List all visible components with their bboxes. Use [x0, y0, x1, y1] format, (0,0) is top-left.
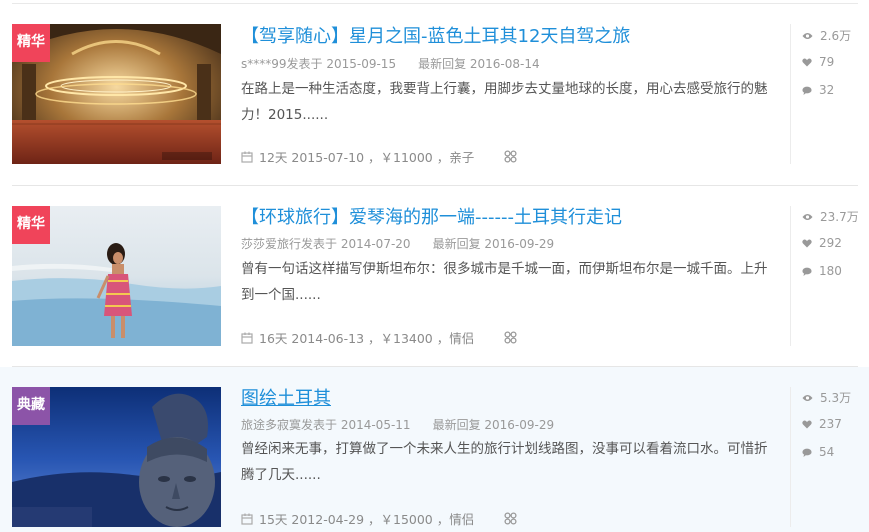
post-title-link[interactable]: 图绘土耳其 [241, 384, 331, 410]
share-icon[interactable] [504, 331, 517, 344]
post-meta: 旅途多寂寞发表于 2014-05-11 最新回复 2016-09-29 [241, 416, 554, 433]
post-title-link[interactable]: 【驾享随心】星月之国-蓝色土耳其12天自驾之旅 [241, 22, 630, 48]
trip-info: 12天 2015-07-10 ，￥11000 ，亲子 [241, 147, 517, 166]
featured-badge: 精华 [12, 206, 50, 244]
trip-info: 16天 2014-06-13 ，￥13400 ，情侣 [241, 328, 517, 347]
collection-badge: 典藏 [12, 387, 50, 425]
list-item: 精华 【环球旅行】爱琴海的那一端------土耳其行走记 莎莎爱旅行发表于 20… [0, 186, 869, 366]
trip-info-text: 12天 2015-07-10 ，￥11000 ，亲子 [259, 150, 475, 165]
divider [790, 24, 791, 164]
post-description: 在路上是一种生活态度，我要背上行囊，用脚步去丈量地球的长度，用心去感受旅行的魅力… [241, 81, 768, 123]
post-meta: 莎莎爱旅行发表于 2014-07-20 最新回复 2016-09-29 [241, 235, 554, 252]
eye-icon [802, 213, 813, 220]
view-count: 23.7万 [802, 208, 859, 225]
like-count: 79 [802, 55, 834, 69]
author-posted[interactable]: 莎莎爱旅行发表于 2014-07-20 [241, 237, 411, 251]
view-count: 5.3万 [802, 389, 851, 406]
share-icon[interactable] [504, 512, 517, 525]
last-reply: 最新回复 2016-09-29 [432, 418, 555, 432]
divider [790, 387, 791, 527]
share-icon[interactable] [504, 150, 517, 163]
author-posted[interactable]: s****99发表于 2015-09-15 [241, 57, 396, 71]
eye-icon [802, 394, 813, 401]
comment-count: 32 [802, 83, 834, 97]
heart-icon [802, 58, 812, 66]
last-reply: 最新回复 2016-08-14 [418, 57, 540, 71]
calendar-icon [241, 151, 253, 163]
like-count: 237 [802, 417, 842, 431]
view-count: 2.6万 [802, 27, 851, 44]
list-item: 精华 【驾享随心】星月之国-蓝色土耳其12天自驾之旅 s****99发表于 20… [0, 5, 869, 185]
post-meta: s****99发表于 2015-09-15 最新回复 2016-08-14 [241, 55, 540, 72]
trip-info: 15天 2012-04-29 ，￥15000 ，情侣 [241, 509, 517, 528]
list-item: 典藏 图绘土耳其 旅途多寂寞发表于 2014-05-11 最新回复 2016-09… [0, 367, 869, 532]
comment-count: 180 [802, 264, 842, 278]
calendar-icon [241, 513, 253, 525]
comment-icon [802, 86, 812, 95]
author-posted[interactable]: 旅途多寂寞发表于 2014-05-11 [241, 418, 411, 432]
like-count: 292 [802, 236, 842, 250]
comment-count: 54 [802, 445, 834, 459]
post-description: 曾经闲来无事，打算做了一个未来人生的旅行计划线路图，没事可以看着流口水。可惜折腾… [241, 441, 768, 483]
heart-icon [802, 239, 812, 247]
eye-icon [802, 32, 813, 39]
divider [12, 3, 858, 4]
featured-badge: 精华 [12, 24, 50, 62]
calendar-icon [241, 332, 253, 344]
comment-icon [802, 267, 812, 276]
post-title-link[interactable]: 【环球旅行】爱琴海的那一端------土耳其行走记 [241, 203, 622, 229]
divider [790, 206, 791, 346]
comment-icon [802, 448, 812, 457]
post-description: 曾有一句话这样描写伊斯坦布尔：很多城市是千城一面，而伊斯坦布尔是一城千面。上升到… [241, 261, 768, 303]
trip-info-text: 15天 2012-04-29 ，￥15000 ，情侣 [259, 512, 475, 527]
heart-icon [802, 420, 812, 428]
last-reply: 最新回复 2016-09-29 [432, 237, 555, 251]
trip-info-text: 16天 2014-06-13 ，￥13400 ，情侣 [259, 331, 475, 346]
